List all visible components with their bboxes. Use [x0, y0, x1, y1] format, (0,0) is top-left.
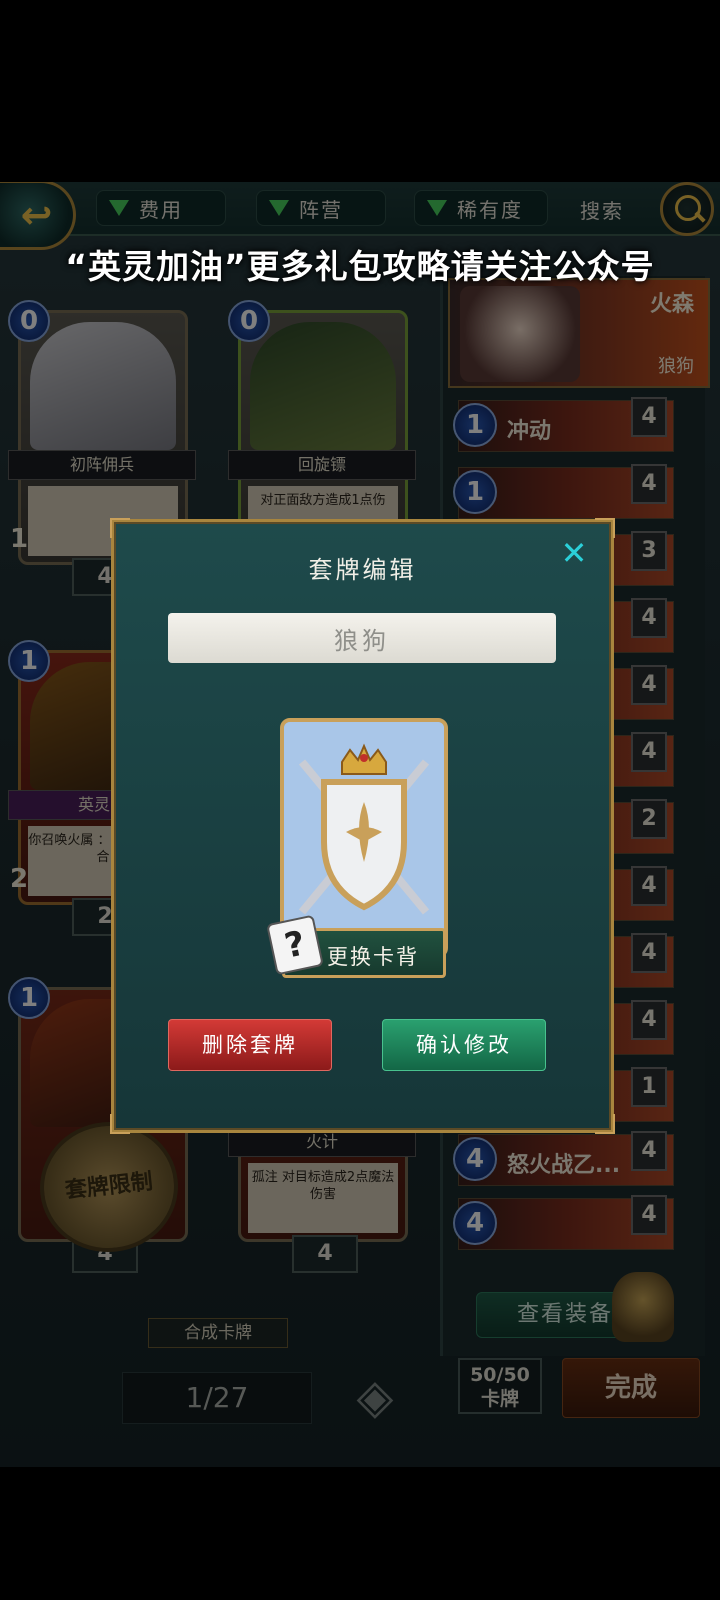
confirm-changes-button[interactable]: 确认修改: [382, 1019, 546, 1071]
close-icon[interactable]: ✕: [557, 536, 591, 570]
delete-deck-button[interactable]: 删除套牌: [168, 1019, 332, 1071]
deck-name-input[interactable]: [168, 613, 556, 663]
change-card-back-button[interactable]: ? 更换卡背: [266, 914, 446, 978]
promo-watermark: “英灵加油”更多礼包攻略请关注公众号: [65, 247, 655, 286]
question-card-icon: ?: [266, 914, 324, 976]
change-card-back-label: 更换卡背: [327, 945, 419, 969]
deck-edit-dialog: 套牌编辑 ✕ ? 更换卡背 删除套牌 确认修改: [110, 518, 615, 1134]
dialog-title: 套牌编辑: [308, 556, 417, 584]
